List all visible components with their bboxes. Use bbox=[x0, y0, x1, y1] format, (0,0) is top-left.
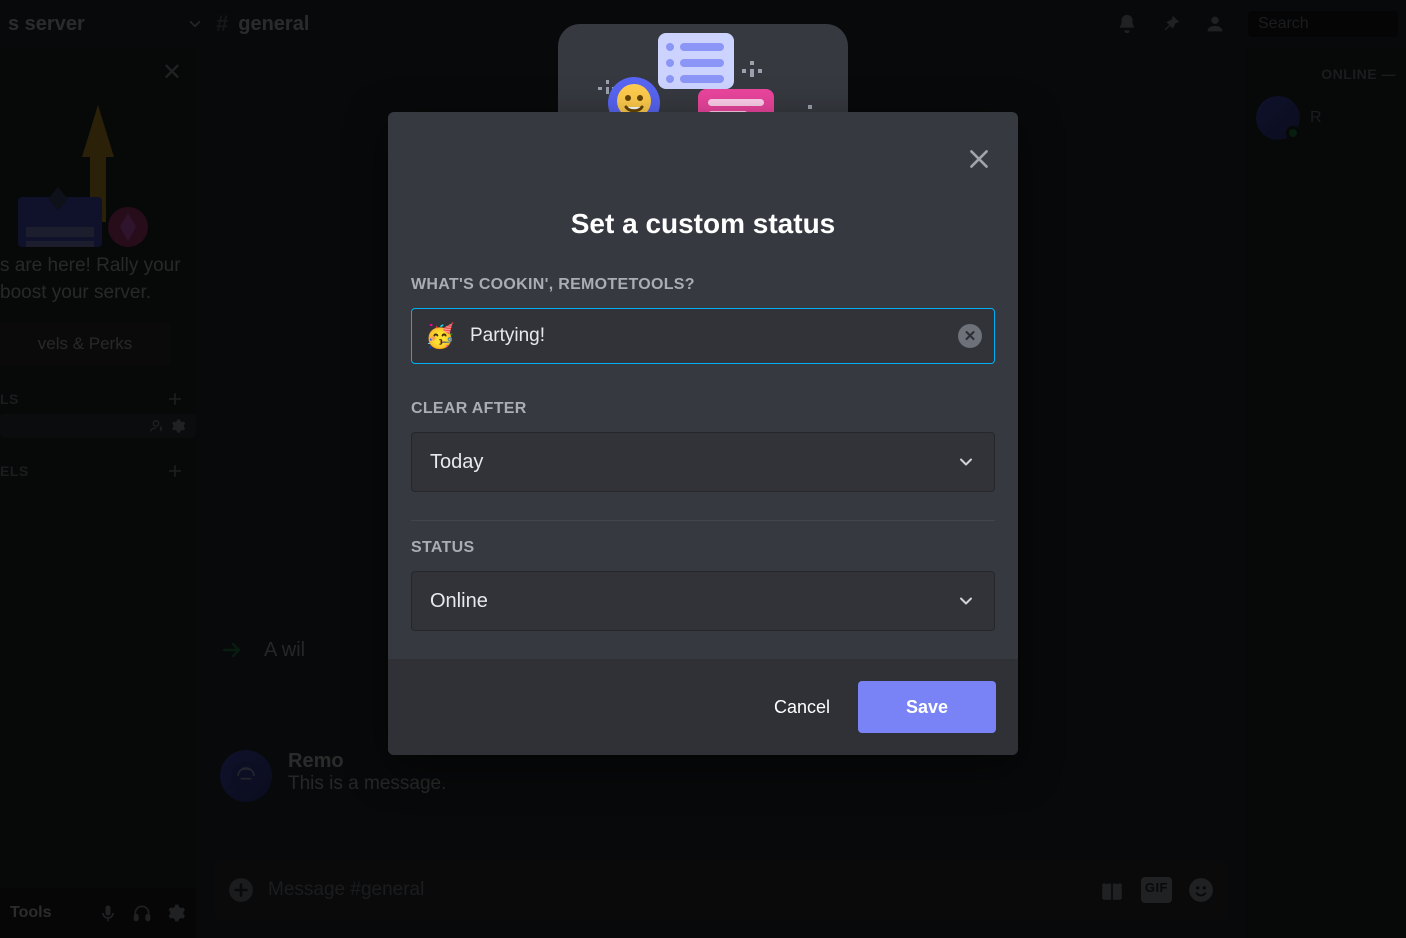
close-icon[interactable] bbox=[966, 146, 992, 172]
custom-status-input-wrap: 🥳 ✕ bbox=[411, 308, 995, 364]
cancel-button[interactable]: Cancel bbox=[766, 687, 838, 728]
chevron-down-icon bbox=[956, 591, 976, 611]
save-label: Save bbox=[906, 697, 948, 717]
party-face-emoji: 🥳 bbox=[425, 322, 455, 351]
divider bbox=[411, 520, 995, 521]
presence-status-select[interactable]: Online bbox=[411, 571, 995, 631]
custom-status-input[interactable] bbox=[470, 325, 944, 347]
modal-title: Set a custom status bbox=[411, 208, 995, 240]
status-prompt-label: WHAT'S COOKIN', REMOTETOOLS? bbox=[411, 276, 995, 294]
clear-after-label: CLEAR AFTER bbox=[411, 400, 995, 418]
status-label: STATUS bbox=[411, 539, 995, 557]
clear-status-icon[interactable]: ✕ bbox=[958, 324, 982, 348]
custom-status-modal: Set a custom status WHAT'S COOKIN', REMO… bbox=[388, 112, 1018, 755]
chevron-down-icon bbox=[956, 452, 976, 472]
cancel-label: Cancel bbox=[774, 697, 830, 717]
presence-status-value: Online bbox=[430, 590, 488, 613]
save-button[interactable]: Save bbox=[858, 681, 996, 733]
status-emoji-picker[interactable]: 🥳 bbox=[424, 320, 456, 352]
clear-after-select[interactable]: Today bbox=[411, 432, 995, 492]
modal-footer: Cancel Save bbox=[388, 659, 1018, 755]
modal-overlay: Set a custom status WHAT'S COOKIN', REMO… bbox=[0, 0, 1406, 938]
clear-after-value: Today bbox=[430, 451, 483, 474]
